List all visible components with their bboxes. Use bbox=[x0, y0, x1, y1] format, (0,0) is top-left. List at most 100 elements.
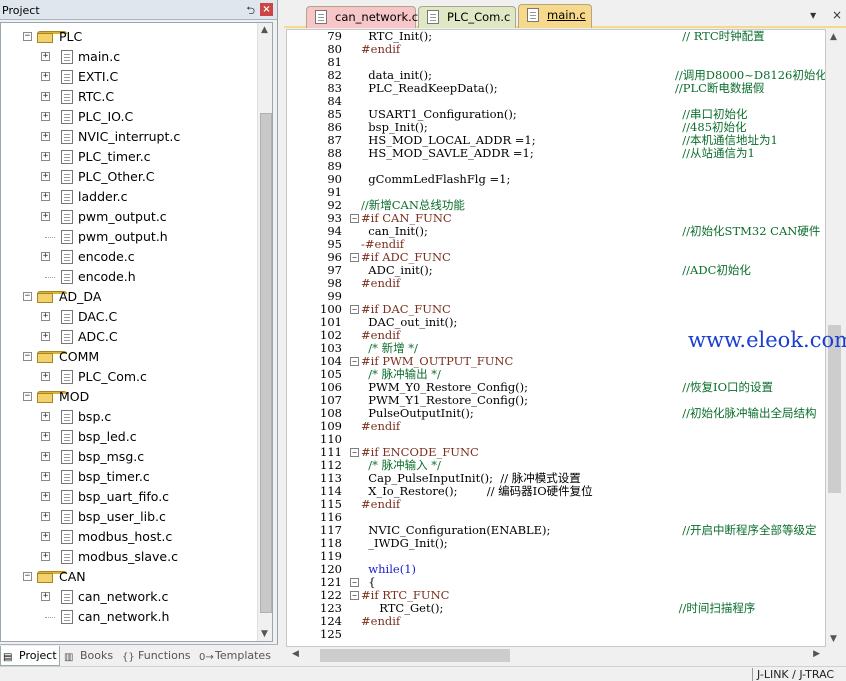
editor-tab[interactable]: main.c bbox=[518, 4, 592, 28]
scroll-down-icon[interactable]: ▼ bbox=[261, 629, 268, 639]
file-icon bbox=[61, 70, 73, 84]
tab-functions[interactable]: {} Functions bbox=[120, 646, 195, 666]
expand-icon[interactable]: + bbox=[41, 152, 50, 161]
expand-icon[interactable]: + bbox=[41, 592, 50, 601]
expand-icon[interactable]: + bbox=[41, 412, 50, 421]
editor-tab[interactable]: can_network.c bbox=[306, 6, 418, 28]
collapse-icon[interactable]: − bbox=[23, 392, 32, 401]
code-line[interactable]: 118 _IWDG_Init(); bbox=[287, 537, 825, 550]
expand-icon[interactable]: + bbox=[41, 512, 50, 521]
code-line[interactable]: 109 #endif bbox=[287, 420, 825, 433]
fold-toggle-icon[interactable]: − bbox=[350, 448, 359, 457]
expand-icon[interactable]: + bbox=[41, 192, 50, 201]
scroll-up-icon[interactable]: ▲ bbox=[261, 25, 268, 35]
tree-item-label: pwm_output.h bbox=[78, 229, 168, 244]
tree-file[interactable]: + bsp_uart_fifo.c bbox=[1, 487, 257, 507]
tree-file[interactable]: + bsp_timer.c bbox=[1, 467, 257, 487]
expand-icon[interactable]: + bbox=[41, 492, 50, 501]
tree-file[interactable]: + RTC.C bbox=[1, 87, 257, 107]
pin-icon[interactable]: ⮌ bbox=[246, 2, 255, 21]
tree-file[interactable]: + main.c bbox=[1, 47, 257, 67]
collapse-icon[interactable]: − bbox=[23, 352, 32, 361]
tree-file[interactable]: + PLC_IO.C bbox=[1, 107, 257, 127]
collapse-icon[interactable]: − bbox=[23, 32, 32, 41]
tree-file[interactable]: + can_network.c bbox=[1, 587, 257, 607]
tree-item-label: PLC_IO.C bbox=[78, 109, 134, 124]
expand-icon[interactable]: + bbox=[41, 172, 50, 181]
fold-toggle-icon[interactable]: − bbox=[350, 578, 359, 587]
tree-file[interactable]: + bsp_msg.c bbox=[1, 447, 257, 467]
collapse-icon[interactable]: − bbox=[23, 572, 32, 581]
tree-file[interactable]: + PLC_Other.C bbox=[1, 167, 257, 187]
tree-file[interactable]: + modbus_host.c bbox=[1, 527, 257, 547]
tree-folder[interactable]: − AD_DA bbox=[1, 287, 257, 307]
expand-icon[interactable]: + bbox=[41, 372, 50, 381]
folder-icon bbox=[37, 351, 67, 363]
tree-file[interactable]: pwm_output.h bbox=[1, 227, 257, 247]
tree-folder[interactable]: − COMM bbox=[1, 347, 257, 367]
expand-icon[interactable]: + bbox=[41, 432, 50, 441]
tree-scrollbar[interactable]: ▲ ▼ bbox=[257, 23, 272, 641]
fold-toggle-icon[interactable]: − bbox=[350, 305, 359, 314]
tree-file[interactable]: + ADC.C bbox=[1, 327, 257, 347]
tree-file[interactable]: can_network.h bbox=[1, 607, 257, 627]
tab-books[interactable]: ▥ Books bbox=[62, 646, 118, 666]
fold-toggle-icon[interactable]: − bbox=[350, 357, 359, 366]
code-line[interactable]: 125 bbox=[287, 628, 825, 641]
tree-file[interactable]: + pwm_output.c bbox=[1, 207, 257, 227]
tree-folder[interactable]: − CAN bbox=[1, 567, 257, 587]
tree-file[interactable]: + EXTI.C bbox=[1, 67, 257, 87]
tab-dropdown-icon[interactable]: ▾ bbox=[810, 8, 816, 22]
expand-icon[interactable]: + bbox=[41, 92, 50, 101]
expand-icon[interactable]: + bbox=[41, 112, 50, 121]
tree-file[interactable]: + bsp.c bbox=[1, 407, 257, 427]
expand-icon[interactable]: + bbox=[41, 252, 50, 261]
collapse-icon[interactable]: − bbox=[23, 292, 32, 301]
code-line[interactable]: 88 HS_MOD_SAVLE_ADDR =1; //从站通信为1 bbox=[287, 147, 825, 160]
expand-icon[interactable]: + bbox=[41, 532, 50, 541]
code-line[interactable]: 98 #endif bbox=[287, 277, 825, 290]
tree-file[interactable]: + encode.c bbox=[1, 247, 257, 267]
code-line[interactable]: 115 #endif bbox=[287, 498, 825, 511]
expand-icon[interactable]: + bbox=[41, 332, 50, 341]
tree-scrollbar-thumb[interactable] bbox=[260, 113, 272, 613]
editor-tab[interactable]: PLC_Com.c bbox=[418, 6, 516, 28]
code-line[interactable]: 90 gCommLedFlashFlg =1; bbox=[287, 173, 825, 186]
tree-folder[interactable]: − MOD bbox=[1, 387, 257, 407]
tree-file[interactable]: + DAC.C bbox=[1, 307, 257, 327]
scroll-right-icon[interactable]: ▶ bbox=[813, 649, 820, 659]
tree-file[interactable]: + NVIC_interrupt.c bbox=[1, 127, 257, 147]
expand-icon[interactable]: + bbox=[41, 52, 50, 61]
close-tab-icon[interactable]: × bbox=[832, 8, 842, 22]
expand-icon[interactable]: + bbox=[41, 452, 50, 461]
scroll-down-icon[interactable]: ▼ bbox=[830, 634, 837, 644]
fold-toggle-icon[interactable]: − bbox=[350, 214, 359, 223]
tree-file[interactable]: + modbus_slave.c bbox=[1, 547, 257, 567]
tree-file[interactable]: encode.h bbox=[1, 267, 257, 287]
expand-icon[interactable]: + bbox=[41, 312, 50, 321]
tab-project[interactable]: ▤ Project bbox=[0, 646, 60, 666]
code-line[interactable]: 124 #endif bbox=[287, 615, 825, 628]
code-line[interactable]: 80 #endif bbox=[287, 43, 825, 56]
expand-icon[interactable]: + bbox=[41, 132, 50, 141]
tree-folder[interactable]: − PLC bbox=[1, 27, 257, 47]
scroll-up-icon[interactable]: ▲ bbox=[830, 32, 837, 42]
tree-file[interactable]: + bsp_user_lib.c bbox=[1, 507, 257, 527]
editor-hscroll-thumb[interactable] bbox=[320, 649, 510, 662]
tab-templates[interactable]: 0→Templates bbox=[197, 646, 275, 666]
tree-file[interactable]: + ladder.c bbox=[1, 187, 257, 207]
expand-icon[interactable]: + bbox=[41, 472, 50, 481]
expand-icon[interactable]: + bbox=[41, 72, 50, 81]
tree-item-label: bsp_msg.c bbox=[78, 449, 145, 464]
tree-file[interactable]: + PLC_Com.c bbox=[1, 367, 257, 387]
tree-file[interactable]: + bsp_led.c bbox=[1, 427, 257, 447]
scroll-left-icon[interactable]: ◀ bbox=[292, 649, 299, 659]
close-panel-icon[interactable]: × bbox=[260, 3, 273, 16]
code-line[interactable]: 83 PLC_ReadKeepData();//PLC断电数据假 bbox=[287, 82, 825, 95]
tree-file[interactable]: + PLC_timer.c bbox=[1, 147, 257, 167]
fold-toggle-icon[interactable]: − bbox=[350, 253, 359, 262]
editor-horizontal-scrollbar[interactable]: ◀ ▶ bbox=[286, 647, 826, 664]
expand-icon[interactable]: + bbox=[41, 212, 50, 221]
fold-toggle-icon[interactable]: − bbox=[350, 591, 359, 600]
expand-icon[interactable]: + bbox=[41, 552, 50, 561]
